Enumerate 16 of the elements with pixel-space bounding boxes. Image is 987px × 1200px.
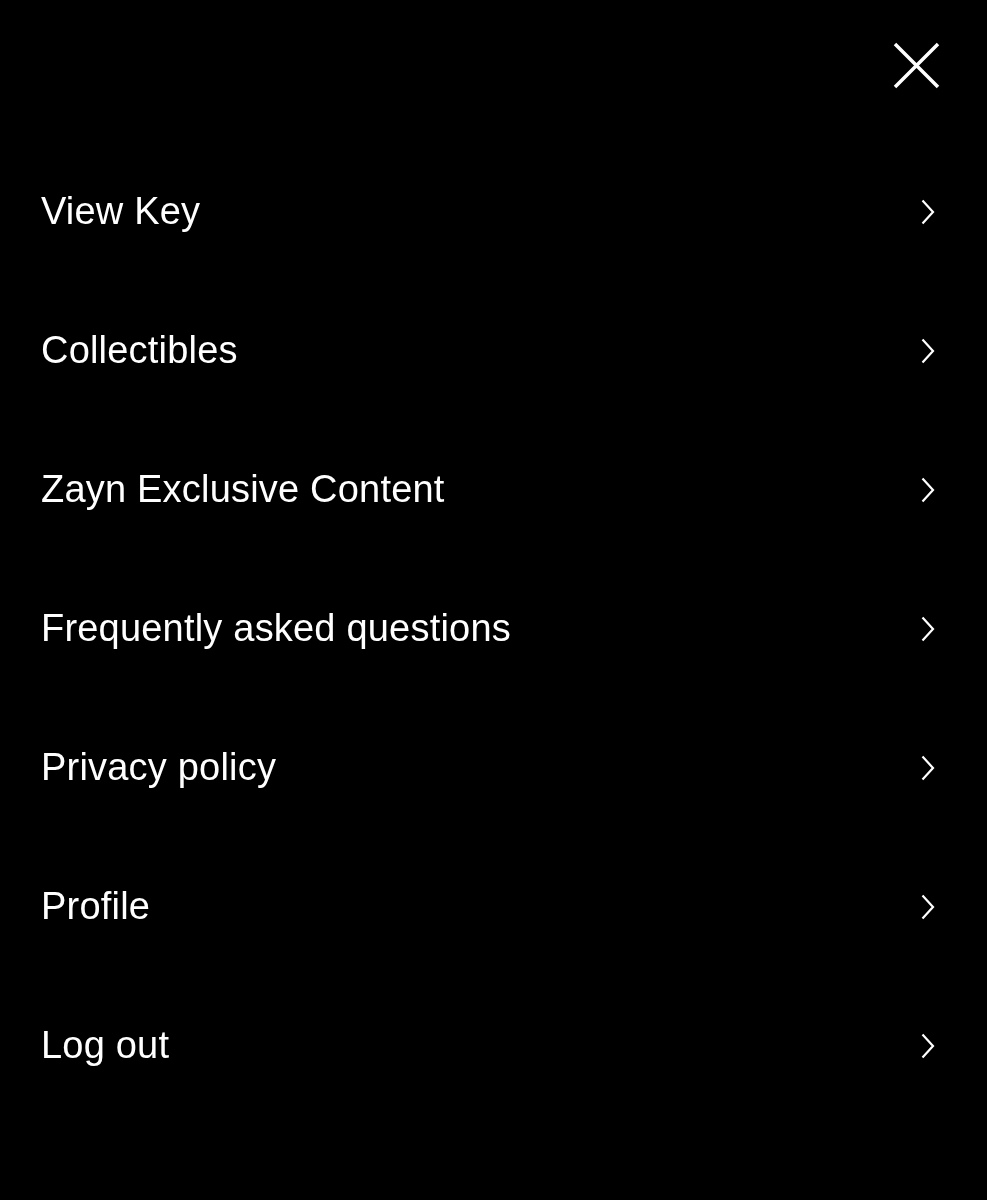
chevron-right-icon <box>921 337 935 364</box>
menu-item[interactable]: Privacy policy <box>0 698 987 837</box>
menu-item[interactable]: Log out <box>0 976 987 1115</box>
menu-item[interactable]: Collectibles <box>0 281 987 420</box>
close-icon <box>893 42 940 89</box>
close-button[interactable] <box>893 42 940 89</box>
menu-item[interactable]: Profile <box>0 837 987 976</box>
chevron-right-icon <box>921 198 935 225</box>
menu-item[interactable]: Frequently asked questions <box>0 559 987 698</box>
chevron-right-icon <box>921 476 935 503</box>
chevron-right-icon <box>921 893 935 920</box>
chevron-right-icon <box>921 1032 935 1059</box>
menu-item[interactable]: View Key <box>0 142 987 281</box>
chevron-right-icon <box>921 615 935 642</box>
chevron-right-icon <box>921 754 935 781</box>
menu-item[interactable]: Zayn Exclusive Content <box>0 420 987 559</box>
